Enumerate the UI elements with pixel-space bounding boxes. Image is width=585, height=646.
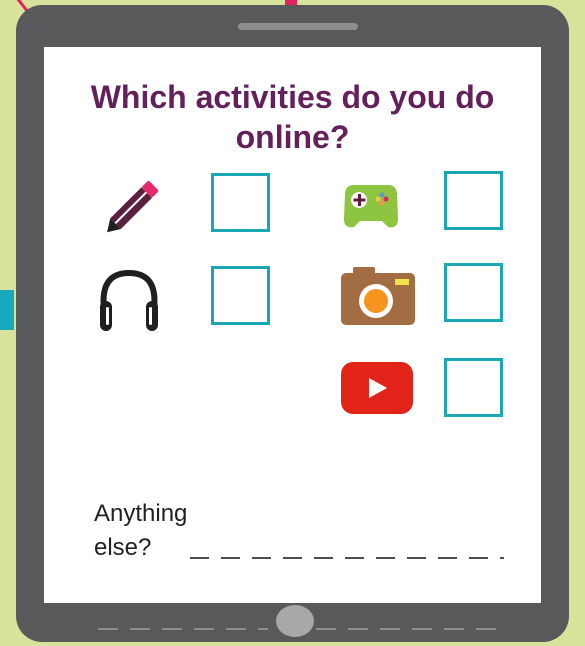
checkbox-video[interactable] [444, 358, 503, 417]
video-play-icon [340, 361, 414, 420]
teal-side-tab [0, 290, 14, 330]
home-button[interactable] [276, 605, 314, 637]
prompt-line-1: Anything [94, 500, 188, 527]
anything-else-answer-line[interactable] [190, 557, 504, 559]
prompt-line-2: else? [94, 534, 152, 561]
checkbox-game-controller[interactable] [444, 171, 503, 230]
bottom-dash-left [98, 628, 268, 630]
tablet-frame: Which activities do you do online? Anyth… [16, 5, 569, 642]
headphones-icon [96, 265, 162, 338]
checkbox-headphones[interactable] [211, 266, 270, 325]
anything-else-label: Anything else? [94, 497, 234, 565]
camera-icon [339, 265, 417, 332]
bottom-dash-right [316, 628, 501, 630]
checkbox-pencil[interactable] [211, 173, 270, 232]
tablet-screen: Which activities do you do online? Anyth… [44, 47, 541, 603]
checkbox-camera[interactable] [444, 263, 503, 322]
game-controller-icon [344, 179, 398, 236]
pencil-icon [106, 175, 164, 240]
page-title: Which activities do you do online? [90, 79, 495, 155]
tablet-speaker [238, 23, 358, 30]
